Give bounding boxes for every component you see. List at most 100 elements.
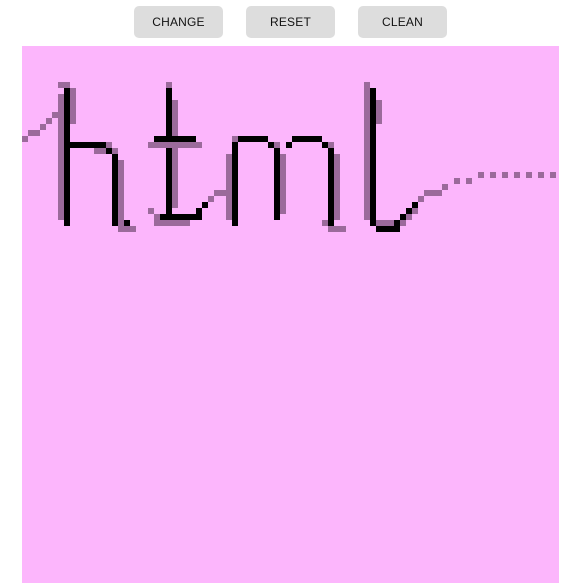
pixel [58, 112, 64, 118]
pixel [274, 178, 280, 184]
pixel [226, 178, 232, 184]
pixel [226, 202, 232, 208]
pixel [178, 142, 184, 148]
pixel [190, 142, 196, 148]
pixel [58, 142, 64, 148]
pixel-canvas[interactable] [22, 46, 559, 583]
pixel [166, 88, 172, 94]
pixel [274, 154, 280, 160]
pixel [394, 220, 400, 226]
pixel [58, 190, 64, 196]
pixel [58, 118, 64, 124]
pixel [364, 202, 370, 208]
pixel [226, 196, 232, 202]
pixel [232, 196, 238, 202]
pixel [244, 136, 250, 142]
pixel [166, 166, 172, 172]
canvas-background [22, 46, 559, 583]
pixel [112, 202, 118, 208]
pixel [364, 214, 370, 220]
pixel [58, 166, 64, 172]
pixel [334, 226, 340, 232]
pixel [232, 202, 238, 208]
pixel [280, 172, 286, 178]
pixel [376, 118, 382, 124]
pixel [364, 100, 370, 106]
pixel [478, 172, 484, 178]
pixel [172, 184, 178, 190]
pixel [280, 160, 286, 166]
pixel [364, 166, 370, 172]
pixel [334, 160, 340, 166]
pixel [376, 220, 382, 226]
pixel [58, 172, 64, 178]
pixel [34, 130, 40, 136]
pixel [58, 208, 64, 214]
pixel [172, 136, 178, 142]
pixel [232, 172, 238, 178]
pixel [166, 196, 172, 202]
pixel [334, 166, 340, 172]
pixel [328, 154, 334, 160]
clean-button[interactable]: CLEAN [358, 6, 447, 38]
pixel [274, 166, 280, 172]
pixel [538, 172, 544, 178]
pixel [58, 136, 64, 142]
pixel [370, 130, 376, 136]
pixel [412, 202, 418, 208]
pixel [166, 118, 172, 124]
pixel [370, 94, 376, 100]
pixel [226, 184, 232, 190]
pixel [148, 208, 154, 214]
pixel [166, 106, 172, 112]
pixel [172, 220, 178, 226]
pixel [70, 118, 76, 124]
pixel [274, 142, 280, 148]
pixel [328, 190, 334, 196]
pixel [100, 142, 106, 148]
pixel [178, 220, 184, 226]
pixel [64, 124, 70, 130]
pixel [166, 172, 172, 178]
pixel-grid[interactable] [22, 46, 559, 583]
pixel [298, 136, 304, 142]
pixel [106, 148, 112, 154]
pixel [328, 202, 334, 208]
pixel [370, 202, 376, 208]
pixel [214, 190, 220, 196]
pixel [370, 88, 376, 94]
pixel [124, 220, 130, 226]
pixel [172, 166, 178, 172]
pixel [334, 154, 340, 160]
pixel [274, 172, 280, 178]
pixel [550, 172, 556, 178]
pixel [454, 178, 460, 184]
pixel [160, 136, 166, 142]
pixel [370, 196, 376, 202]
pixel [226, 160, 232, 166]
pixel [118, 184, 124, 190]
pixel [226, 214, 232, 220]
pixel [112, 154, 118, 160]
pixel [334, 190, 340, 196]
pixel [382, 226, 388, 232]
change-button[interactable]: CHANGE [134, 6, 223, 38]
toolbar: CHANGE RESET CLEAN [0, 6, 583, 38]
pixel [160, 220, 166, 226]
pixel [370, 190, 376, 196]
pixel [376, 112, 382, 118]
pixel [328, 142, 334, 148]
pixel [40, 124, 46, 130]
pixel [328, 148, 334, 154]
pixel [166, 82, 172, 88]
reset-button[interactable]: RESET [246, 6, 335, 38]
pixel [370, 154, 376, 160]
pixel [436, 190, 442, 196]
pixel [280, 196, 286, 202]
pixel [64, 190, 70, 196]
pixel [232, 136, 238, 142]
pixel [172, 178, 178, 184]
pixel [502, 172, 508, 178]
pixel [64, 112, 70, 118]
pixel [364, 118, 370, 124]
